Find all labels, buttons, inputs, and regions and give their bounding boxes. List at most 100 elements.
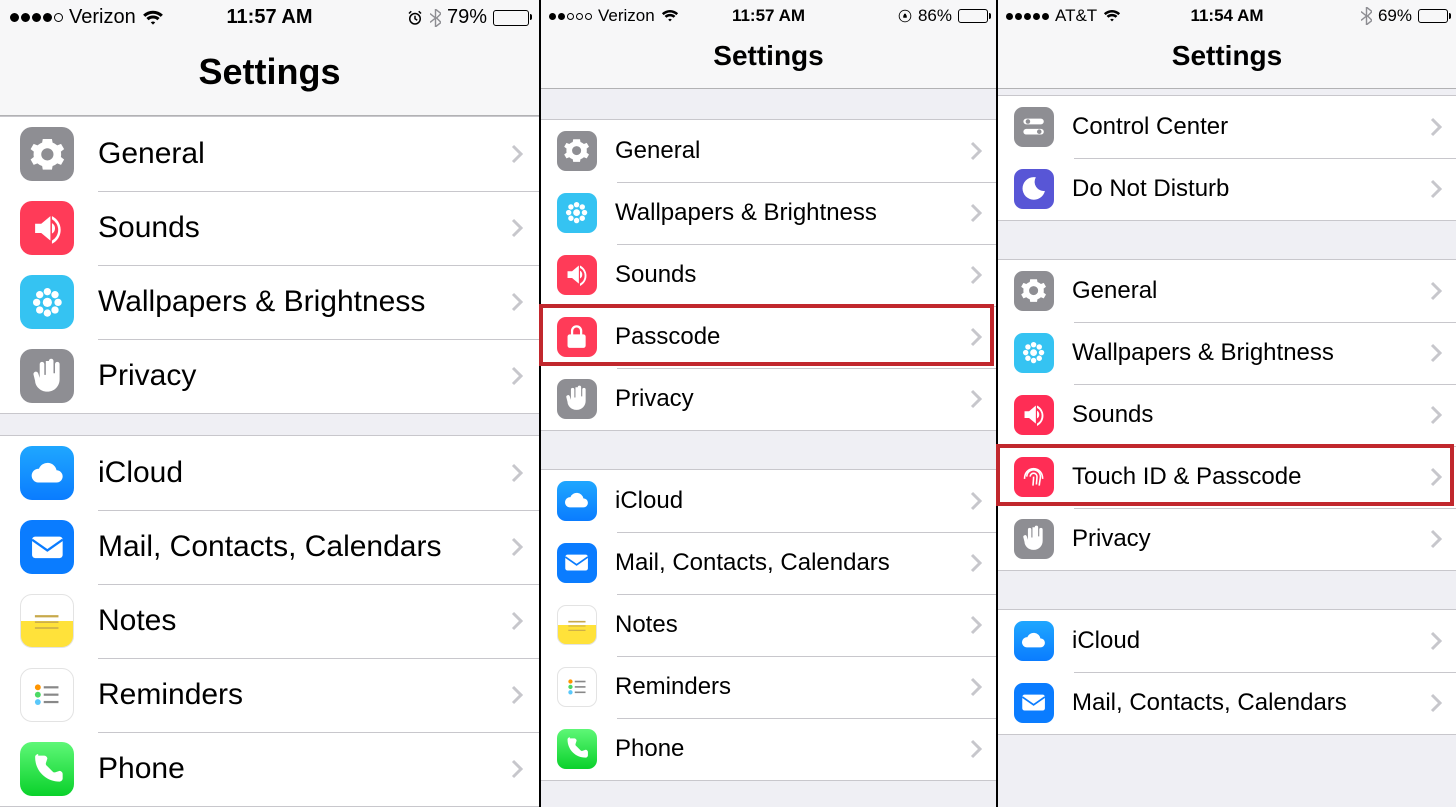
settings-section: iCloud Mail, Contacts, CalendarsNotes Remi… [541,469,996,781]
settings-row-mail[interactable]: Mail, Contacts, Calendars [0,510,539,584]
fingerprint-icon [1014,457,1054,497]
wifi-icon [661,9,679,23]
chevron-right-icon [1430,693,1442,713]
settings-row-general[interactable]: General [0,117,539,191]
row-label: Reminders [615,673,970,701]
settings-row-wallpapers[interactable]: Wallpapers & Brightness [0,265,539,339]
chevron-right-icon [1430,343,1442,363]
lock-icon [557,317,597,357]
chevron-right-icon [1430,631,1442,651]
sound-icon [557,255,597,295]
settings-row-phone[interactable]: Phone [0,732,539,806]
mail-icon [20,520,74,574]
settings-row-mail[interactable]: Mail, Contacts, Calendars [541,532,996,594]
row-label: Wallpapers & Brightness [98,285,511,319]
section-gap [998,221,1456,259]
carrier-label: Verizon [69,6,136,29]
settings-row-icloud[interactable]: iCloud [0,436,539,510]
chevron-right-icon [1430,117,1442,137]
sound-icon [1014,395,1054,435]
settings-row-sounds[interactable]: Sounds [0,191,539,265]
row-label: Notes [98,604,511,638]
row-label: General [615,137,970,165]
settings-row-sounds[interactable]: Sounds [998,384,1456,446]
settings-row-controlcenter[interactable]: Control Center [998,96,1456,158]
battery-pct: 69% [1378,6,1412,26]
chevron-right-icon [511,216,523,240]
settings-section: General Wallpapers & BrightnessSounds Pass… [541,119,996,431]
row-label: Privacy [1072,525,1430,553]
status-bar: Verizon11:57 AM79% [0,0,539,35]
battery-pct: 86% [918,6,952,26]
settings-section: Control CenterDo Not Disturb [998,95,1456,221]
gear-icon [557,131,597,171]
nav-title: Settings [0,35,539,116]
row-label: iCloud [98,456,511,490]
settings-row-notes[interactable]: Notes [541,594,996,656]
settings-row-mail[interactable]: Mail, Contacts, Calendars [998,672,1456,734]
settings-row-dnd[interactable]: Do Not Disturb [998,158,1456,220]
settings-section: iCloud Mail, Contacts, Calendars Notes Remi… [0,435,539,807]
phone-icon [20,742,74,796]
settings-row-sounds[interactable]: Sounds [541,244,996,306]
clock: 11:57 AM [732,6,805,26]
signal-dots [1006,13,1049,20]
row-label: Mail, Contacts, Calendars [98,530,511,564]
chevron-right-icon [511,290,523,314]
row-label: Privacy [615,385,970,413]
reminders-icon [557,667,597,707]
battery-icon [958,9,988,23]
chevron-right-icon [1430,529,1442,549]
chevron-right-icon [511,609,523,633]
gear-icon [20,127,74,181]
settings-row-reminders[interactable]: Reminders [0,658,539,732]
settings-row-privacy[interactable]: Privacy [998,508,1456,570]
row-label: General [1072,277,1430,305]
settings-row-general[interactable]: General [541,120,996,182]
row-label: iCloud [1072,627,1430,655]
notes-icon [557,605,597,645]
chevron-right-icon [970,141,982,161]
chevron-right-icon [1430,467,1442,487]
toggles-icon [1014,107,1054,147]
settings-row-phone[interactable]: Phone [541,718,996,780]
chevron-right-icon [970,553,982,573]
chevron-right-icon [970,265,982,285]
carrier-label: Verizon [598,6,655,26]
row-label: Sounds [1072,401,1430,429]
gear-icon [1014,271,1054,311]
signal-dots [10,13,63,22]
settings-row-privacy[interactable]: Privacy [0,339,539,413]
settings-section: iCloud Mail, Contacts, Calendars [998,609,1456,735]
row-label: Passcode [615,323,970,351]
row-label: Sounds [98,211,511,245]
cloud-icon [1014,621,1054,661]
settings-row-passcode[interactable]: Passcode [541,306,996,368]
row-label: Phone [615,735,970,763]
chevron-right-icon [970,203,982,223]
chevron-right-icon [970,327,982,347]
chevron-right-icon [511,757,523,781]
chevron-right-icon [1430,405,1442,425]
row-label: Wallpapers & Brightness [1072,339,1430,367]
status-bar: Verizon 11:57 AM 86% [541,0,996,30]
settings-row-touchid[interactable]: Touch ID & Passcode [998,446,1456,508]
settings-row-wallpapers[interactable]: Wallpapers & Brightness [541,182,996,244]
settings-row-general[interactable]: General [998,260,1456,322]
settings-row-privacy[interactable]: Privacy [541,368,996,430]
clock: 11:57 AM [227,6,313,29]
row-label: iCloud [615,487,970,515]
phone-1: Verizon11:57 AM79%SettingsGeneralSoundsW… [0,0,541,807]
settings-row-reminders[interactable]: Reminders [541,656,996,718]
chevron-right-icon [970,677,982,697]
settings-row-icloud[interactable]: iCloud [998,610,1456,672]
row-label: General [98,137,511,171]
settings-row-wallpapers[interactable]: Wallpapers & Brightness [998,322,1456,384]
settings-row-icloud[interactable]: iCloud [541,470,996,532]
row-label: Mail, Contacts, Calendars [1072,689,1430,717]
hand-icon [20,349,74,403]
settings-row-notes[interactable]: Notes [0,584,539,658]
wifi-icon [1103,9,1121,23]
row-label: Privacy [98,359,511,393]
cloud-icon [20,446,74,500]
